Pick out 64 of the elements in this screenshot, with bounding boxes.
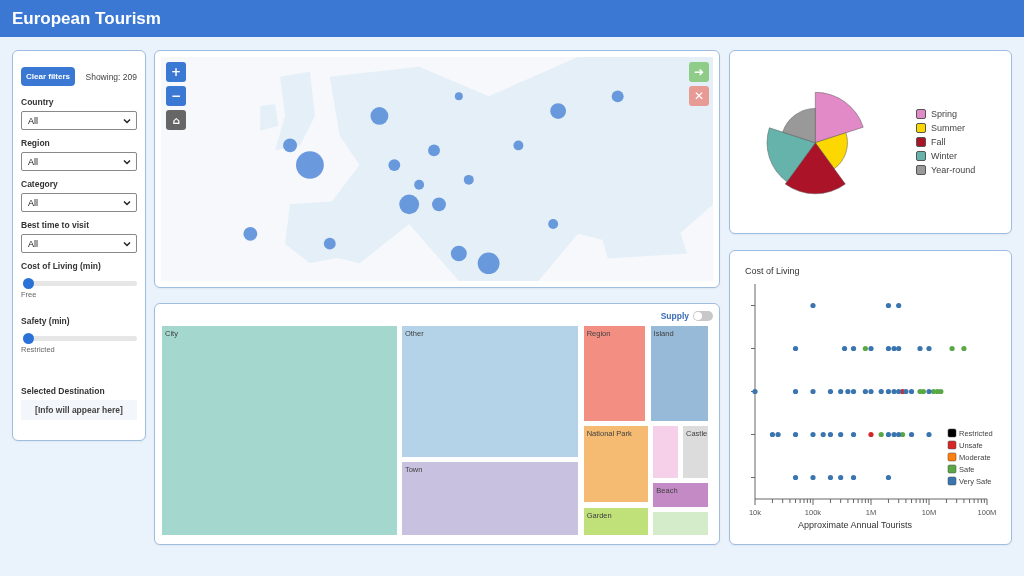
data-point	[926, 431, 932, 438]
data-point	[810, 431, 816, 438]
data-point	[885, 474, 892, 481]
filter-dropdown[interactable]: All	[21, 152, 137, 171]
data-point	[850, 474, 857, 481]
data-point	[961, 345, 967, 352]
treemap-tile[interactable]	[653, 426, 678, 478]
data-point	[810, 302, 816, 309]
data-point	[926, 345, 932, 352]
caret-icon	[123, 240, 131, 247]
axis-title: Approximate Annual Tourists	[798, 520, 912, 530]
treemap-tile[interactable]	[653, 511, 708, 535]
toggle-label: Supply	[660, 311, 689, 321]
slider-label: Cost of Living (min)	[21, 261, 102, 271]
data-point	[827, 388, 834, 395]
showing-count: Showing: 209	[85, 71, 137, 82]
data-point	[838, 431, 844, 438]
data-point	[908, 431, 915, 438]
data-point	[917, 345, 923, 352]
filter-dropdown[interactable]: All	[21, 234, 137, 253]
data-point	[810, 474, 816, 481]
data-point	[792, 388, 799, 395]
data-point	[827, 474, 834, 481]
data-point	[810, 388, 816, 395]
data-point	[792, 431, 799, 438]
slider-label: Safety (min)	[21, 316, 71, 326]
info-box: [Info will appear here]	[21, 400, 137, 420]
filter-dropdown[interactable]: All	[21, 111, 137, 130]
data-point	[838, 474, 844, 481]
data-point	[792, 474, 799, 481]
data-point	[841, 345, 848, 352]
data-point	[949, 345, 955, 352]
slider-thumb[interactable]	[22, 278, 34, 289]
legend-label: Year-round	[931, 165, 976, 175]
filter-label: Best time to visit	[21, 220, 91, 230]
data-point	[885, 302, 892, 309]
data-point	[850, 431, 857, 438]
legend-label: Spring	[931, 109, 957, 119]
filter-label: Country	[21, 97, 55, 107]
caret-icon	[123, 158, 131, 165]
zoom-in-button[interactable]: +	[166, 62, 186, 82]
chart-title: Cost of Living	[745, 266, 800, 276]
home-button[interactable]: ⌂	[166, 110, 186, 130]
caret-icon	[123, 117, 131, 124]
data-point	[896, 302, 902, 309]
filter-label: Category	[21, 179, 59, 189]
slider-thumb[interactable]	[22, 333, 34, 344]
section-title: Selected Destination	[21, 386, 106, 396]
data-point	[850, 345, 857, 352]
clear-filters-button[interactable]: Clear filters	[21, 67, 76, 86]
slider[interactable]	[23, 333, 137, 344]
data-point	[792, 345, 799, 352]
filter-dropdown[interactable]: All	[21, 193, 137, 212]
toggle-switch[interactable]	[693, 311, 713, 321]
app-title: European Tourism	[12, 8, 161, 29]
data-point	[868, 431, 874, 438]
data-point	[752, 388, 758, 395]
filter-label: Region	[21, 138, 51, 148]
legend-label: Summer	[931, 123, 965, 133]
legend-label: Winter	[931, 151, 957, 161]
slider[interactable]	[23, 278, 137, 289]
caret-icon	[123, 199, 131, 206]
legend-label: Fall	[931, 137, 946, 147]
zoom-out-button[interactable]: −	[166, 86, 186, 106]
